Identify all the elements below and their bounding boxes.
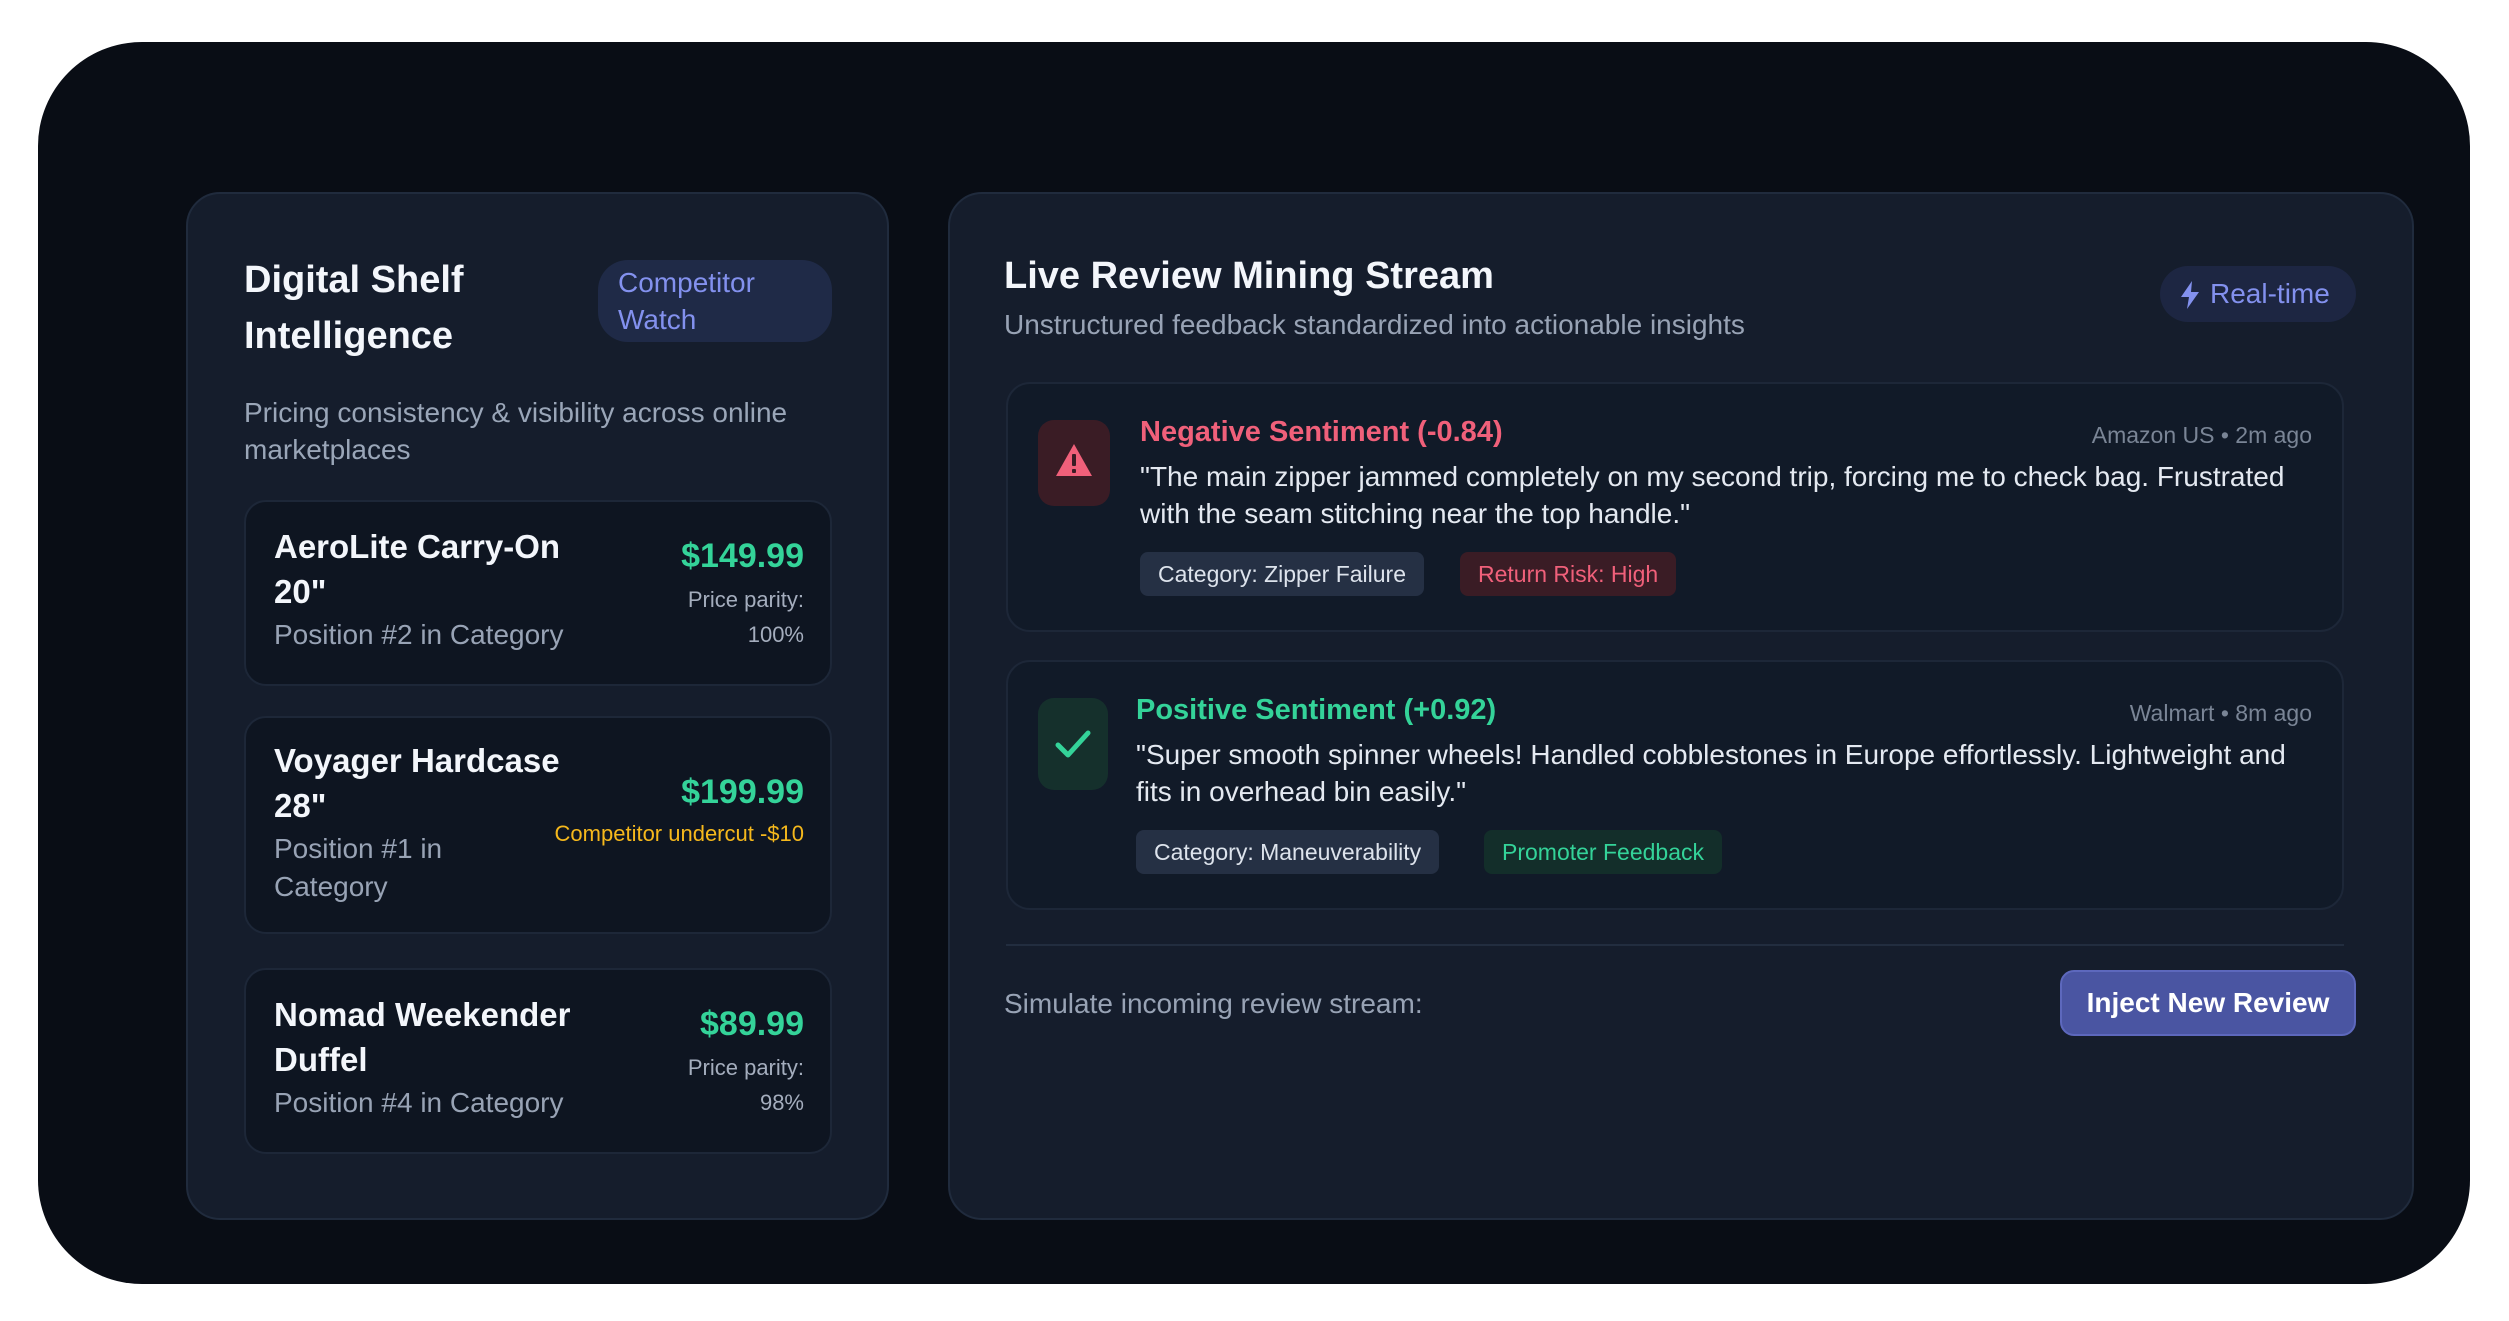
realtime-label: Real-time [2210,278,2330,309]
sentiment-label: Negative Sentiment (-0.84) [1140,416,1503,448]
product-card-nomad[interactable]: Nomad Weekender Duffel Position #4 in Ca… [244,968,832,1154]
product-price: $89.99 [700,1005,804,1043]
product-position: Position #2 in Category [274,619,564,650]
category-tag: Category: Zipper Failure [1140,552,1424,596]
check-icon [1055,730,1091,758]
check-icon-box [1038,698,1108,790]
review-meta: Walmart • 8m ago [2129,700,2312,726]
competitor-undercut-note: Competitor undercut -$10 [554,821,804,846]
stream-title: Live Review Mining Stream [1004,255,1494,297]
lightning-icon [2181,281,2199,309]
product-price: $199.99 [681,773,804,811]
realtime-badge: Real-time [2160,266,2356,322]
review-quote: "The main zipper jammed completely on my… [1140,461,2285,529]
warning-icon [1056,444,1092,476]
return-risk-tag: Return Risk: High [1460,552,1677,596]
review-stream-panel: Live Review Mining Stream Unstructured f… [948,192,2414,1220]
review-quote: "Super smooth spinner wheels! Handled co… [1136,739,2286,807]
review-meta: Amazon US • 2m ago [2091,422,2312,448]
product-name: Voyager Hardcase 28" [274,742,560,824]
warning-icon-box [1038,420,1110,506]
divider [1006,944,2344,946]
stream-subtitle: Unstructured feedback standardized into … [1004,309,1745,340]
category-tag: Category: Maneuverability [1136,830,1440,874]
simulate-label: Simulate incoming review stream: [1004,988,1423,1019]
shelf-description: Pricing consistency & visibility across … [244,397,788,465]
product-name: AeroLite Carry-On 20" [274,528,561,610]
inject-new-review-button[interactable]: Inject New Review [2060,970,2356,1036]
shelf-title: Digital Shelf Intelligence [244,259,464,357]
review-card-positive[interactable]: Positive Sentiment (+0.92) Walmart • 8m … [1006,660,2344,910]
product-position: Position #4 in Category [274,1087,564,1118]
product-name: Nomad Weekender Duffel [274,996,571,1078]
product-price: $149.99 [681,537,804,575]
price-parity-note: Price parity: 98% [687,1055,804,1115]
price-parity-note: Price parity: 100% [687,587,804,647]
product-card-aerolite[interactable]: AeroLite Carry-On 20" Position #2 in Cat… [244,500,832,686]
product-card-voyager[interactable]: Voyager Hardcase 28" Position #1 in Cate… [244,716,832,934]
digital-shelf-panel: Digital Shelf Intelligence Competitor Wa… [186,192,889,1220]
review-card-negative[interactable]: Negative Sentiment (-0.84) Amazon US • 2… [1006,382,2344,632]
app-frame: Digital Shelf Intelligence Competitor Wa… [38,42,2470,1284]
promoter-tag: Promoter Feedback [1484,830,1722,874]
competitor-watch-badge: Competitor Watch [598,260,832,342]
sentiment-label: Positive Sentiment (+0.92) [1136,694,1497,726]
product-position: Position #1 in Category [274,833,443,902]
